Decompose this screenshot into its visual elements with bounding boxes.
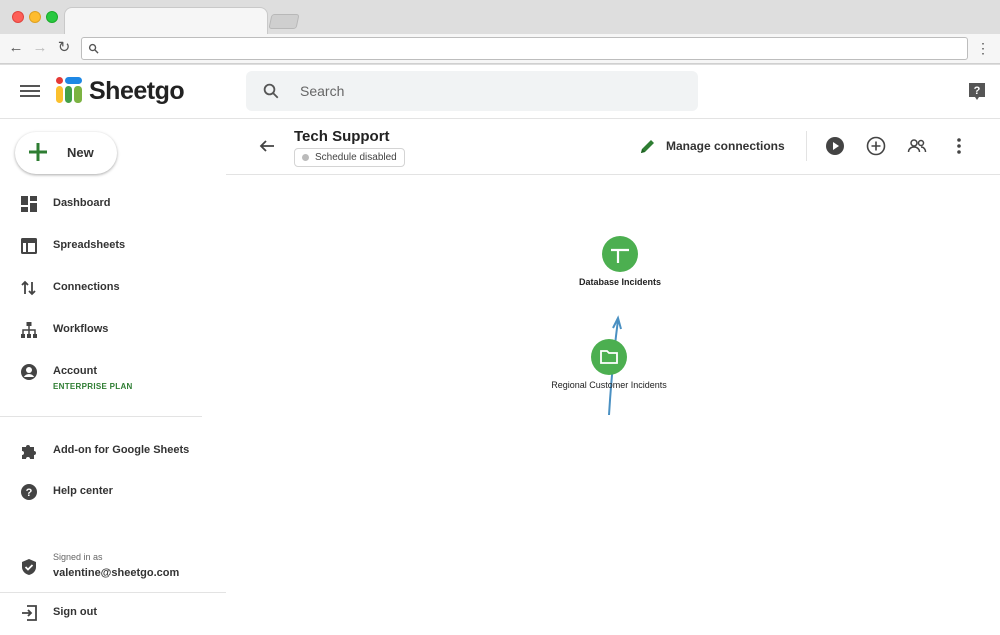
node-label: Regional Customer Incidents (551, 380, 667, 390)
help-feedback-icon[interactable]: ? (967, 81, 987, 101)
shield-check-icon (22, 559, 36, 575)
sidebar-item-label: Help center (53, 485, 113, 497)
sidebar-item-label: Spreadsheets (53, 239, 126, 251)
sidebar-divider (0, 592, 226, 593)
share-users-icon[interactable] (907, 136, 927, 156)
sidebar-item-label: Dashboard (53, 197, 111, 209)
sidebar-item-account[interactable]: Account ENTERPRISE PLAN (0, 354, 226, 398)
address-search-icon (88, 43, 99, 54)
sidebar-item-spreadsheets[interactable]: Spreadsheets (0, 228, 226, 264)
browser-menu-icon[interactable]: ⋮ (976, 39, 990, 57)
node-regional-customer-incidents[interactable] (591, 339, 627, 375)
sidebar-item-addon[interactable]: Add-on for Google Sheets (0, 433, 226, 469)
browser-back-icon[interactable]: ← (7, 39, 25, 57)
browser-tab-active[interactable] (64, 7, 268, 35)
dashboard-icon (21, 196, 37, 212)
workflow-canvas[interactable]: Database Incidents Regional Customer Inc… (226, 176, 1000, 635)
browser-titlebar (0, 0, 1000, 35)
node-label: Database Incidents (578, 277, 662, 287)
pencil-icon (641, 140, 654, 153)
sign-out-label: Sign out (53, 606, 97, 618)
new-tab-button[interactable] (268, 14, 300, 29)
help-circle-icon: ? (21, 484, 37, 500)
close-window-button[interactable] (12, 11, 24, 23)
spreadsheet-icon (611, 248, 629, 263)
svg-text:?: ? (974, 85, 981, 97)
plus-icon (29, 143, 47, 161)
puzzle-icon (22, 445, 36, 459)
spreadsheet-icon (21, 238, 37, 254)
sign-out-button[interactable]: Sign out (0, 595, 226, 631)
brand-name: Sheetgo (89, 77, 185, 105)
manage-connections-label: Manage connections (666, 139, 785, 153)
browser-forward-icon[interactable]: → (31, 39, 49, 57)
schedule-status-chip[interactable]: Schedule disabled (294, 148, 405, 167)
run-workflow-icon[interactable] (825, 136, 845, 156)
sidebar-item-workflows[interactable]: Workflows (0, 312, 226, 348)
sign-out-icon (22, 605, 37, 621)
more-options-icon[interactable] (949, 136, 969, 156)
new-button[interactable]: New (15, 132, 117, 174)
sidebar: New Dashboard Spreadsheets Connections W… (0, 119, 226, 635)
address-input[interactable] (104, 40, 954, 57)
menu-icon[interactable] (20, 82, 40, 100)
add-circle-icon[interactable] (866, 136, 886, 156)
app-header: Sheetgo ? (0, 65, 1000, 119)
connections-icon (21, 280, 36, 296)
maximize-window-button[interactable] (46, 11, 58, 23)
browser-toolbar: ← → ↻ ⋮ (0, 34, 1000, 64)
sidebar-item-dashboard[interactable]: Dashboard (0, 186, 226, 222)
sidebar-item-label: Workflows (53, 323, 109, 335)
status-dot (302, 154, 309, 161)
minimize-window-button[interactable] (29, 11, 41, 23)
signed-in-email: valentine@sheetgo.com (53, 567, 180, 579)
sidebar-item-label: Add-on for Google Sheets (53, 444, 190, 456)
folder-icon (600, 350, 618, 364)
plan-badge: ENTERPRISE PLAN (53, 382, 133, 391)
sheetgo-app: Sheetgo ? New Dashboard Spreadsheets Con… (0, 65, 1000, 635)
browser-reload-icon[interactable]: ↻ (55, 39, 73, 57)
search-bar[interactable] (246, 71, 698, 111)
header-divider (806, 131, 807, 161)
new-button-label: New (67, 145, 94, 160)
svg-text:?: ? (26, 487, 33, 499)
sidebar-item-connections[interactable]: Connections (0, 270, 226, 306)
schedule-status-label: Schedule disabled (315, 152, 397, 163)
account-icon (21, 364, 37, 380)
signed-in-info: Signed in as valentine@sheetgo.com (0, 549, 226, 589)
workflow-title: Tech Support (294, 128, 390, 145)
workflows-icon (21, 322, 37, 338)
search-icon (263, 83, 279, 99)
sidebar-item-label: Connections (53, 281, 120, 293)
sidebar-item-help-center[interactable]: ? Help center (0, 474, 226, 510)
search-input[interactable] (300, 81, 680, 101)
address-bar[interactable] (81, 37, 968, 60)
sheetgo-logo-icon (56, 77, 82, 103)
sidebar-item-label: Account (53, 365, 97, 377)
node-database-incidents[interactable] (602, 236, 638, 272)
back-arrow-icon[interactable] (258, 137, 276, 155)
workflow-header: Tech Support Schedule disabled Manage co… (226, 119, 1000, 175)
sidebar-divider (0, 416, 202, 417)
signed-in-caption: Signed in as (53, 552, 103, 562)
